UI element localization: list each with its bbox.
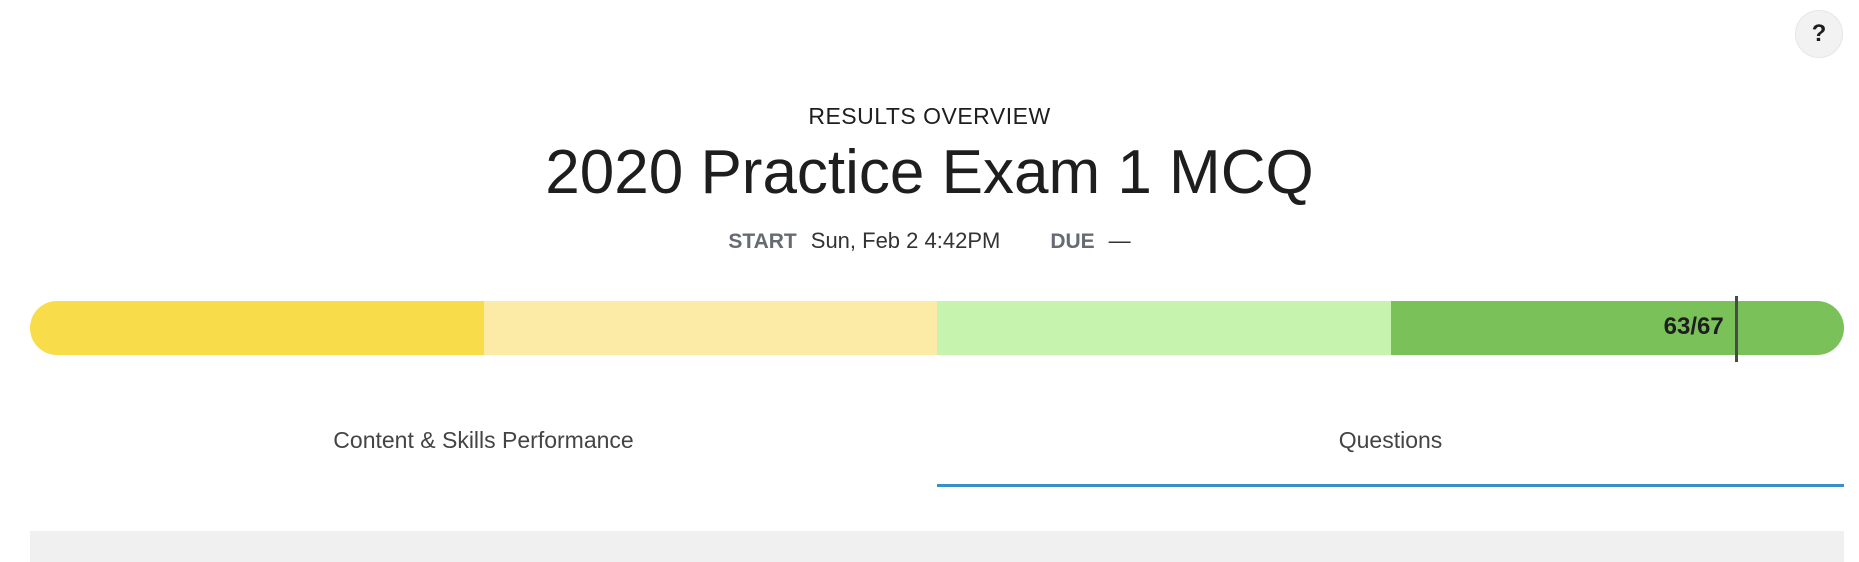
- progress-segment-1: [30, 301, 484, 355]
- tab-questions[interactable]: Questions: [937, 405, 1844, 487]
- content-area: [30, 531, 1844, 562]
- exam-dates: START Sun, Feb 2 4:42PM DUE —: [0, 228, 1859, 254]
- progress-segment-3: [937, 301, 1391, 355]
- progress-segment-2: [483, 301, 937, 355]
- tab-content-skills-performance[interactable]: Content & Skills Performance: [30, 405, 937, 487]
- score-label: 63/67: [1663, 313, 1724, 340]
- results-tabs: Content & Skills Performance Questions: [30, 405, 1844, 487]
- due-value: —: [1108, 228, 1131, 253]
- help-button[interactable]: ?: [1795, 10, 1843, 58]
- page-subtitle: RESULTS OVERVIEW: [808, 103, 1051, 129]
- due-label: DUE: [1050, 230, 1095, 253]
- score-progress-bar: [30, 301, 1844, 355]
- score-marker: [1734, 296, 1738, 362]
- start-label: START: [728, 230, 797, 253]
- page-title: 2020 Practice Exam 1 MCQ: [545, 138, 1314, 207]
- start-value: Sun, Feb 2 4:42PM: [810, 228, 1001, 253]
